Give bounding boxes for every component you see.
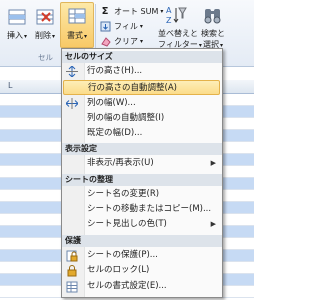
menu-item-label: 列の幅の自動調整(I) bbox=[87, 113, 165, 123]
menu-item-lock-cell[interactable]: セルのロック(L) bbox=[62, 263, 222, 278]
lock-icon bbox=[66, 265, 78, 277]
fill-label: フィル bbox=[114, 22, 138, 31]
delete-label: 削除 bbox=[34, 31, 51, 40]
insert-icon bbox=[6, 6, 28, 28]
menu-item-label: 行の高さ(H)... bbox=[87, 66, 143, 76]
menu-item-col-width[interactable]: 列の幅(W)... bbox=[62, 96, 222, 111]
menu-item-label: シートの保護(P)... bbox=[87, 250, 158, 260]
menu-item-autofit-col[interactable]: 列の幅の自動調整(I) bbox=[62, 111, 222, 126]
format-dropdown-menu: セルのサイズ 行の高さ(H)... 行の高さの自動調整(A) 列の幅(W)...… bbox=[61, 48, 223, 298]
menu-item-tab-color[interactable]: シート見出しの色(T) ▶ bbox=[62, 217, 222, 232]
menu-item-format-cells[interactable]: セルの書式設定(E)... bbox=[62, 279, 222, 294]
menu-item-label: 非表示/再表示(U) bbox=[87, 158, 154, 168]
format-button[interactable]: 書式▾ bbox=[60, 2, 94, 48]
chevron-down-icon: ▾ bbox=[139, 23, 143, 30]
submenu-arrow-icon: ▶ bbox=[210, 159, 216, 167]
menu-item-protect-sheet[interactable]: シートの保護(P)... bbox=[62, 248, 222, 263]
delete-icon bbox=[34, 6, 56, 28]
clear-button[interactable]: クリア ▾ bbox=[99, 35, 143, 48]
insert-button[interactable]: 挿入▾ bbox=[4, 6, 30, 41]
sort-filter-button[interactable]: AZ 並べ替えと フィルター▾ bbox=[158, 4, 202, 50]
menu-item-label: 列の幅(W)... bbox=[87, 98, 136, 108]
autosum-label: オート SUM bbox=[114, 7, 159, 16]
insert-label: 挿入 bbox=[6, 31, 23, 40]
menu-item-hide-unhide[interactable]: 非表示/再表示(U) ▶ bbox=[62, 156, 222, 171]
menu-item-label: セルのロック(L) bbox=[87, 265, 150, 275]
autosum-button[interactable]: Σ オート SUM ▾ bbox=[99, 5, 164, 18]
section-protection: 保護 bbox=[62, 235, 222, 247]
menu-item-default-width[interactable]: 既定の幅(D)... bbox=[62, 126, 222, 141]
chevron-down-icon: ▾ bbox=[51, 33, 55, 40]
menu-item-label: シート名の変更(R) bbox=[87, 189, 160, 199]
delete-button[interactable]: 削除▾ bbox=[32, 6, 58, 41]
section-visibility: 表示設定 bbox=[62, 143, 222, 155]
menu-item-rename-sheet[interactable]: シート名の変更(R) bbox=[62, 187, 222, 202]
chevron-down-icon: ▾ bbox=[83, 33, 87, 40]
format-icon bbox=[66, 6, 88, 28]
section-cell-size: セルのサイズ bbox=[62, 51, 222, 63]
menu-item-label: シート見出しの色(T) bbox=[87, 219, 167, 229]
menu-item-row-height[interactable]: 行の高さ(H)... bbox=[62, 64, 222, 79]
find-select-button[interactable]: 検索と 選択▾ bbox=[198, 4, 228, 50]
format-label: 書式 bbox=[66, 31, 83, 40]
menu-item-autofit-row[interactable]: 行の高さの自動調整(A) bbox=[63, 80, 220, 95]
submenu-arrow-icon: ▶ bbox=[210, 220, 216, 228]
sort-label-1: 並べ替えと bbox=[158, 29, 198, 38]
chevron-down-icon: ▾ bbox=[140, 38, 144, 45]
column-width-icon bbox=[65, 98, 79, 109]
menu-item-label: 行の高さの自動調整(A) bbox=[88, 83, 177, 93]
menu-item-label: シートの移動またはコピー(M)... bbox=[87, 204, 212, 214]
clear-icon bbox=[99, 36, 111, 48]
format-cells-icon bbox=[66, 281, 78, 293]
fill-button[interactable]: フィル ▾ bbox=[99, 20, 143, 33]
section-organize: シートの整理 bbox=[62, 174, 222, 186]
autosum-icon: Σ bbox=[101, 6, 109, 17]
sort-filter-icon: AZ bbox=[165, 4, 187, 26]
clear-label: クリア bbox=[114, 37, 138, 46]
menu-item-label: セルの書式設定(E)... bbox=[87, 281, 167, 291]
find-select-icon bbox=[202, 4, 224, 26]
chevron-down-icon: ▾ bbox=[23, 33, 27, 40]
find-label-1: 検索と bbox=[201, 29, 225, 38]
svg-text:A: A bbox=[166, 6, 172, 15]
protect-sheet-icon bbox=[66, 250, 78, 262]
menu-item-label: 既定の幅(D)... bbox=[87, 128, 143, 138]
row-height-icon bbox=[66, 65, 78, 78]
svg-text:Z: Z bbox=[166, 16, 172, 25]
cell-group-label: セル bbox=[38, 53, 53, 62]
menu-item-move-copy-sheet[interactable]: シートの移動またはコピー(M)... bbox=[62, 202, 222, 217]
fill-icon bbox=[99, 21, 111, 33]
column-header[interactable]: L bbox=[8, 81, 12, 90]
